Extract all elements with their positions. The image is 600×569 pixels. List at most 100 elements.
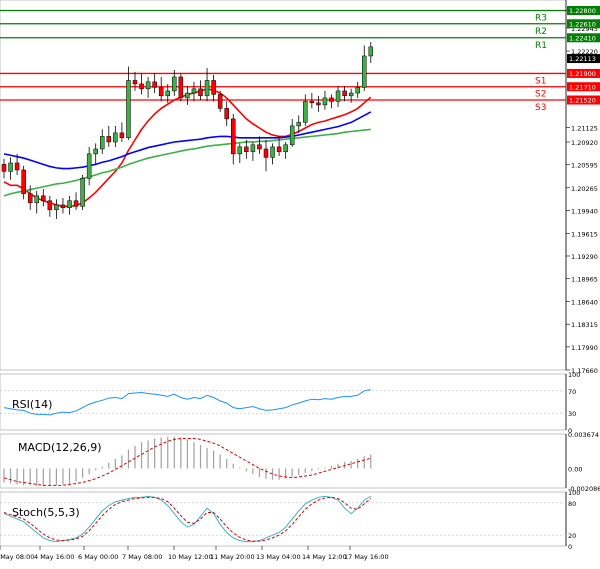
bull-candle[interactable] bbox=[67, 200, 72, 208]
stoch-tick-label: 0 bbox=[568, 543, 572, 551]
time-axis-label: 10 May 12:00 bbox=[168, 553, 213, 561]
price-tick-label: 1.18640 bbox=[571, 298, 598, 306]
bull-candle[interactable] bbox=[185, 92, 190, 99]
bull-candle[interactable] bbox=[355, 87, 360, 94]
price-panel[interactable]: 1.228001.229451.222201.211251.209201.205… bbox=[0, 0, 600, 375]
level-label-r3: R3 bbox=[535, 13, 547, 23]
level-label-s2: S2 bbox=[535, 90, 546, 100]
bull-candle[interactable] bbox=[8, 162, 13, 172]
bear-candle[interactable] bbox=[14, 162, 20, 171]
bull-candle[interactable] bbox=[348, 92, 354, 97]
bear-candle[interactable] bbox=[329, 97, 334, 102]
level-price-value-s2: 1.21710 bbox=[569, 83, 596, 91]
bear-candle[interactable] bbox=[257, 144, 262, 150]
time-axis-label: 13 May 04:00 bbox=[256, 553, 301, 561]
macd-panel[interactable]: 0.0036740.00-0.002086MACD(12,26,9) bbox=[0, 431, 600, 493]
bull-candle[interactable] bbox=[303, 101, 308, 123]
bull-candle[interactable] bbox=[113, 132, 118, 143]
time-axis-label: 4 May 16:00 bbox=[34, 553, 74, 561]
bear-candle[interactable] bbox=[342, 90, 347, 97]
bear-candle[interactable] bbox=[1, 164, 7, 172]
bear-candle[interactable] bbox=[139, 83, 144, 90]
price-tick-label: 1.18965 bbox=[571, 276, 598, 284]
bull-candle[interactable] bbox=[250, 144, 256, 153]
bull-candle[interactable] bbox=[145, 81, 151, 90]
bear-candle[interactable] bbox=[106, 136, 112, 143]
bull-candle[interactable] bbox=[191, 88, 197, 94]
bull-candle[interactable] bbox=[204, 80, 210, 97]
bull-candle[interactable] bbox=[335, 90, 341, 102]
chart-canvas[interactable]: 1.228001.229451.222201.211251.209201.205… bbox=[0, 0, 600, 569]
bear-candle[interactable] bbox=[211, 80, 216, 95]
bull-candle[interactable] bbox=[80, 178, 85, 207]
bull-candle[interactable] bbox=[100, 136, 105, 150]
bear-candle[interactable] bbox=[231, 118, 236, 155]
bull-candle[interactable] bbox=[296, 122, 301, 127]
rsi-tick-label: 70 bbox=[568, 388, 576, 396]
bear-candle[interactable] bbox=[244, 146, 249, 153]
bear-candle[interactable] bbox=[119, 132, 125, 139]
bear-candle[interactable] bbox=[27, 193, 33, 204]
bear-candle[interactable] bbox=[60, 204, 66, 208]
bull-candle[interactable] bbox=[34, 195, 39, 204]
bear-candle[interactable] bbox=[41, 195, 46, 201]
stoch-title: Stoch(5,5,3) bbox=[12, 506, 80, 519]
time-axis-label: 11 May 20:00 bbox=[210, 553, 255, 561]
bull-candle[interactable] bbox=[283, 144, 288, 153]
bear-candle[interactable] bbox=[263, 148, 269, 158]
time-axis-label: 7 May 08:00 bbox=[122, 553, 162, 561]
bear-candle[interactable] bbox=[178, 76, 184, 99]
bear-candle[interactable] bbox=[21, 169, 26, 194]
bear-candle[interactable] bbox=[198, 88, 203, 97]
bull-candle[interactable] bbox=[322, 97, 328, 106]
bear-candle[interactable] bbox=[152, 81, 157, 88]
stoch-panel[interactable]: 100 80 20 0 Stoch(5,5,3) bbox=[0, 489, 580, 551]
bear-candle[interactable] bbox=[316, 102, 321, 106]
price-tick-label: 1.20920 bbox=[571, 139, 598, 147]
macd-tick-label: 0.003674 bbox=[568, 431, 599, 439]
bull-candle[interactable] bbox=[237, 146, 243, 155]
price-tick-label: 1.21125 bbox=[571, 125, 598, 133]
time-axis-label: 14 May 12:00 bbox=[302, 553, 347, 561]
bull-candle[interactable] bbox=[270, 146, 275, 158]
bear-candle[interactable] bbox=[217, 94, 223, 109]
bull-candle[interactable] bbox=[126, 80, 131, 139]
price-tick-label: 1.17990 bbox=[571, 344, 598, 352]
stoch-tick-label: 20 bbox=[568, 532, 576, 540]
bull-candle[interactable] bbox=[362, 55, 367, 88]
level-label-r2: R2 bbox=[535, 27, 547, 37]
time-axis-label: 17 May 16:00 bbox=[344, 553, 389, 561]
rsi-tick-label: 100 bbox=[568, 371, 580, 379]
bull-candle[interactable] bbox=[172, 76, 177, 92]
level-label-r1: R1 bbox=[535, 41, 547, 51]
time-axis-label: 6 May 00:00 bbox=[78, 553, 118, 561]
stoch-tick-label: 80 bbox=[568, 500, 576, 508]
bull-candle[interactable] bbox=[165, 90, 170, 97]
level-label-s1: S1 bbox=[535, 76, 546, 86]
rsi-tick-label: 30 bbox=[568, 410, 576, 418]
bear-candle[interactable] bbox=[132, 80, 138, 85]
rsi-panel[interactable]: 10070300RSI(14) bbox=[0, 371, 580, 435]
rsi-title: RSI(14) bbox=[12, 398, 52, 411]
trading-chart: 1.228001.229451.222201.211251.209201.205… bbox=[0, 0, 600, 569]
level-price-value-s3: 1.21520 bbox=[569, 97, 596, 105]
price-tick-label: 1.19940 bbox=[571, 208, 598, 216]
macd-title: MACD(12,26,9) bbox=[18, 441, 102, 454]
bear-candle[interactable] bbox=[73, 200, 79, 207]
bear-candle[interactable] bbox=[276, 146, 282, 153]
bear-candle[interactable] bbox=[47, 200, 53, 211]
bull-candle[interactable] bbox=[86, 153, 92, 179]
bear-candle[interactable] bbox=[309, 101, 315, 104]
bull-candle[interactable] bbox=[368, 46, 374, 57]
price-plot-frame bbox=[0, 0, 567, 371]
bear-candle[interactable] bbox=[224, 108, 229, 120]
time-axis-label: 3 May 08:00 bbox=[0, 553, 34, 561]
rsi-frame bbox=[0, 373, 567, 431]
bear-candle[interactable] bbox=[158, 87, 164, 97]
bull-candle[interactable] bbox=[289, 125, 295, 146]
level-price-value-r1: 1.22410 bbox=[569, 34, 596, 42]
level-label-s3: S3 bbox=[535, 103, 546, 113]
price-tick-label: 1.20595 bbox=[571, 162, 598, 170]
bull-candle[interactable] bbox=[54, 204, 59, 211]
bull-candle[interactable] bbox=[93, 148, 98, 155]
